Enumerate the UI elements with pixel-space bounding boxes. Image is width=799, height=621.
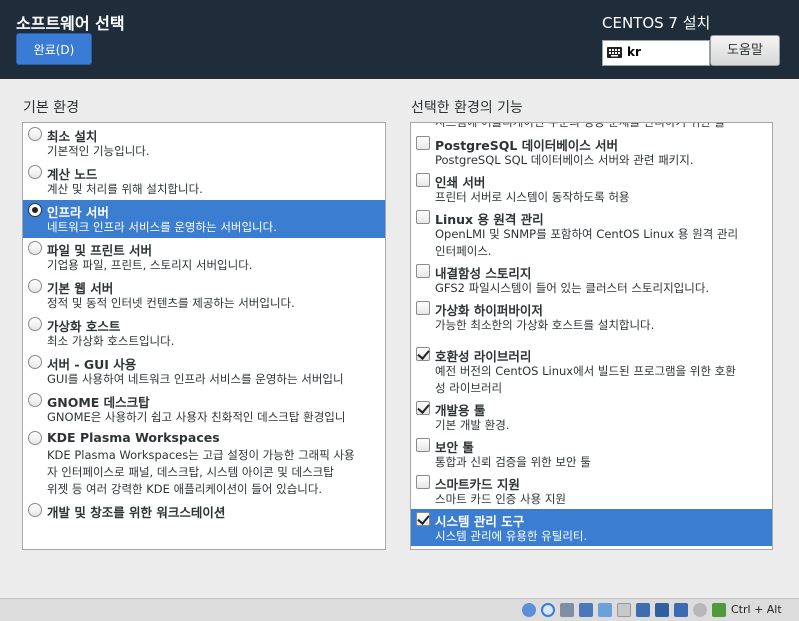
addon-option[interactable]: 인쇄 서버 프린터 서버로 시스템이 동작하도록 허용 xyxy=(411,170,772,207)
env-option[interactable]: 서버 - GUI 사용 GUI를 사용하여 네트워크 인프라 서비스를 운영하는 … xyxy=(23,352,385,390)
page-title: 소프트웨어 선택 xyxy=(16,14,125,33)
addon-option-desc: 스마트 카드 인증 사용 지원 xyxy=(435,492,567,506)
keyboard-layout-indicator[interactable]: kr xyxy=(602,40,710,66)
optical-drive-icon xyxy=(541,603,555,617)
shared-folder-icon xyxy=(617,603,631,617)
addon-option-desc: 프린터 서버로 시스템이 동작하도록 허용 xyxy=(435,190,630,204)
addon-option-desc: 인터페이스. xyxy=(435,244,492,258)
addon-partial-desc: 시스템에 어플리케이션 수준의 성능 문제를 관리하기 위한 툴 xyxy=(435,122,726,129)
addon-option[interactable]: 보안 툴 통합과 신뢰 검증을 위한 보안 툴 xyxy=(411,435,772,472)
addon-option-desc: 기본 개발 환경. xyxy=(435,418,510,432)
keyboard-icon xyxy=(607,47,622,58)
keyboard-layout-label: kr xyxy=(627,45,641,59)
download-icon xyxy=(712,603,726,617)
env-radio[interactable] xyxy=(28,241,42,255)
addon-option-desc: 가능한 최소한의 가상화 호스트를 설치합니다. xyxy=(435,318,655,332)
audio-icon xyxy=(560,603,574,617)
usb-icon xyxy=(598,603,612,617)
env-option-desc: GNOME은 사용하기 쉽고 사용자 친화적인 데스크탑 환경입니 xyxy=(47,410,346,424)
env-option[interactable]: KDE Plasma Workspaces KDE Plasma Workspac… xyxy=(23,428,385,500)
addon-option-desc: 통합과 신뢰 검증을 위한 보안 툴 xyxy=(435,455,591,469)
vm-status-bar: Ctrl + Alt xyxy=(0,598,799,621)
addon-option[interactable]: 내결함성 스토리지 GFS2 파일시스템이 들어 있는 클러스터 스토리지입니다. xyxy=(411,261,772,298)
env-option-desc: 기업용 파일, 프린트, 스토리지 서버입니다. xyxy=(47,258,253,272)
addon-checkbox[interactable] xyxy=(416,301,430,315)
addon-checkbox[interactable] xyxy=(416,173,430,187)
addon-checkbox[interactable] xyxy=(416,347,430,361)
env-option-desc: 위젯 등 여러 강력한 KDE 애플리케이션이 들어 있습니다. xyxy=(47,482,323,496)
env-option-desc: 정적 및 동적 인터넷 컨텐츠를 제공하는 서버입니다. xyxy=(47,296,295,310)
addon-option[interactable]: 스마트카드 지원 스마트 카드 인증 사용 지원 xyxy=(411,472,772,509)
env-option-desc: 네트워크 인프라 서비스를 운영하는 서버입니다. xyxy=(47,220,277,234)
addon-option-desc: GFS2 파일시스템이 들어 있는 클러스터 스토리지입니다. xyxy=(435,281,710,295)
addon-option[interactable]: 개발용 툴 기본 개발 환경. xyxy=(411,398,772,435)
env-option-desc: KDE Plasma Workspaces는 고급 설정이 가능한 그래픽 사용 xyxy=(47,448,355,462)
env-option-desc: 기본적인 기능입니다. xyxy=(47,144,150,158)
env-option[interactable]: 가상화 호스트 최소 가상화 호스트입니다. xyxy=(23,314,385,352)
addon-option-desc: 예전 버전의 CentOS Linux에서 빌드된 프로그램을 위한 호환 xyxy=(435,364,736,378)
env-radio[interactable] xyxy=(28,355,42,369)
addon-checkbox[interactable] xyxy=(416,210,430,224)
env-radio[interactable] xyxy=(28,127,42,141)
addon-checkbox[interactable] xyxy=(416,512,430,526)
addons-list[interactable]: 시스템에 어플리케이션 수준의 성능 문제를 관리하기 위한 툴 PostgreS… xyxy=(410,122,773,550)
video-capture-icon xyxy=(655,603,669,617)
addon-option-desc: PostgreSQL SQL 데이터베이스 서버와 관련 패키지. xyxy=(435,153,694,167)
product-title: CENTOS 7 설치 xyxy=(602,14,711,32)
base-env-list[interactable]: 최소 설치 기본적인 기능입니다. 계산 노드 계산 및 처리를 위해 설치합니다. 인… xyxy=(22,122,386,550)
env-radio[interactable] xyxy=(28,203,42,217)
env-option[interactable]: 파일 및 프린트 서버 기업용 파일, 프린트, 스토리지 서버입니다. xyxy=(23,238,385,276)
addon-option-desc: 성 라이브러리 xyxy=(435,381,503,395)
addon-option[interactable]: PostgreSQL 데이터베이스 서버 PostgreSQL SQL 데이터베이… xyxy=(411,133,772,170)
env-radio[interactable] xyxy=(28,317,42,331)
env-radio[interactable] xyxy=(28,431,42,445)
hdd-icon xyxy=(522,603,536,617)
env-option-title: KDE Plasma Workspaces xyxy=(47,430,220,445)
addon-option[interactable]: 시스템 관리 도구 시스템 관리에 유용한 유틸리티. xyxy=(411,509,772,546)
env-option[interactable]: GNOME 데스크탑 GNOME은 사용하기 쉽고 사용자 친화적인 데스크탑 환… xyxy=(23,390,385,428)
env-option[interactable]: 최소 설치 기본적인 기능입니다. xyxy=(23,124,385,162)
addon-checkbox[interactable] xyxy=(416,264,430,278)
env-option-title: 개발 및 창조를 위한 워크스테이션 xyxy=(47,505,226,520)
header-bar: 소프트웨어 선택 완료(D) CENTOS 7 설치 kr 도움말 xyxy=(0,0,799,79)
addon-option[interactable]: 가상화 하이퍼바이저 가능한 최소한의 가상화 호스트를 설치합니다. xyxy=(411,298,772,335)
network-icon xyxy=(579,603,593,617)
addon-option-desc: OpenLMI 및 SNMP를 포함하여 CentOS Linux 용 원격 관… xyxy=(435,227,739,241)
env-option[interactable]: 개발 및 창조를 위한 워크스테이션 xyxy=(23,500,385,522)
addon-option[interactable]: 호환성 라이브러리 예전 버전의 CentOS Linux에서 빌드된 프로그램을… xyxy=(411,344,772,398)
base-env-heading: 기본 환경 xyxy=(23,100,79,116)
env-radio[interactable] xyxy=(28,393,42,407)
addon-option[interactable]: Linux 용 원격 관리 OpenLMI 및 SNMP를 포함하여 CentOS… xyxy=(411,207,772,261)
addon-checkbox[interactable] xyxy=(416,475,430,489)
done-button[interactable]: 완료(D) xyxy=(16,33,92,65)
addons-heading: 선택한 환경의 기능 xyxy=(411,100,523,116)
env-option-desc: GUI를 사용하여 네트워크 인프라 서비스를 운영하는 서버입니 xyxy=(47,372,344,386)
vt-x-icon xyxy=(674,603,688,617)
help-button[interactable]: 도움말 xyxy=(710,35,780,66)
display-icon xyxy=(636,603,650,617)
env-option-desc: 자 인터페이스로 패널, 데스크탑, 시스템 아이콘 및 데스크탑 xyxy=(47,465,334,479)
mouse-integration-icon xyxy=(693,603,707,617)
env-option[interactable]: 계산 노드 계산 및 처리를 위해 설치합니다. xyxy=(23,162,385,200)
addon-checkbox[interactable] xyxy=(416,401,430,415)
env-option[interactable]: 기본 웹 서버 정적 및 동적 인터넷 컨텐츠를 제공하는 서버입니다. xyxy=(23,276,385,314)
env-radio[interactable] xyxy=(28,503,42,517)
addon-checkbox[interactable] xyxy=(416,136,430,150)
env-radio[interactable] xyxy=(28,165,42,179)
host-key-label: Ctrl + Alt xyxy=(731,603,782,616)
env-option-desc: 계산 및 처리를 위해 설치합니다. xyxy=(47,182,203,196)
env-radio[interactable] xyxy=(28,279,42,293)
addon-checkbox[interactable] xyxy=(416,438,430,452)
addon-option-desc: 시스템 관리에 유용한 유틸리티. xyxy=(435,529,588,543)
env-option[interactable]: 인프라 서버 네트워크 인프라 서비스를 운영하는 서버입니다. xyxy=(23,200,385,238)
env-option-desc: 최소 가상화 호스트입니다. xyxy=(47,334,175,348)
